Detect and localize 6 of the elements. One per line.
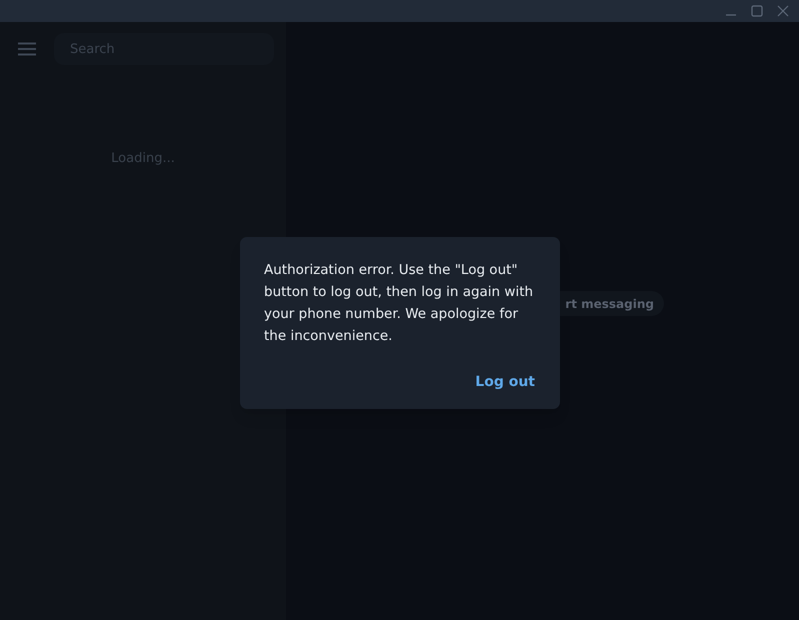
maximize-icon[interactable]	[751, 5, 763, 17]
dialog-message: Authorization error. Use the "Log out" button to log out, then log in again with your phone number. We apologize for the inconvenience.	[264, 261, 534, 346]
log-out-button[interactable]: Log out	[474, 372, 536, 393]
close-icon[interactable]	[777, 5, 789, 17]
hint-text: rt messaging	[565, 296, 654, 312]
menu-icon[interactable]	[18, 42, 36, 56]
